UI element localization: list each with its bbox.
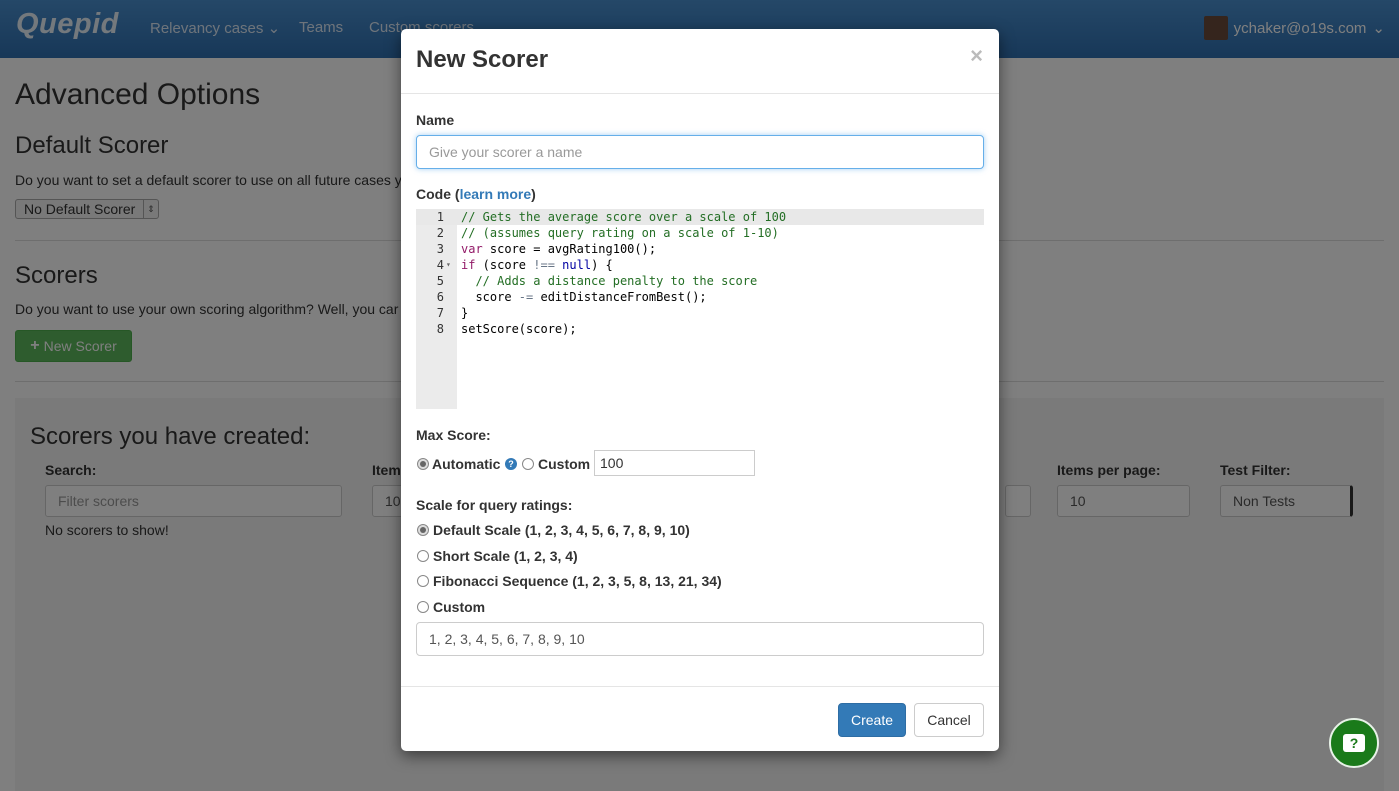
custom-scale-label[interactable]: Custom: [433, 599, 485, 615]
custom-scale-radio[interactable]: [417, 601, 429, 613]
code-text: if (score !== null) {: [461, 257, 613, 273]
code-label: Code (learn more): [416, 186, 536, 202]
max-score-label: Max Score:: [416, 427, 491, 443]
code-operator: !==: [533, 258, 555, 272]
code-text: score -= editDistanceFromBest();: [461, 289, 707, 305]
help-chat-button[interactable]: ?: [1329, 718, 1379, 768]
code-text: // (assumes query rating on a scale of 1…: [461, 226, 779, 240]
custom-max-radio[interactable]: [522, 458, 534, 470]
code-text: var score = avgRating100();: [461, 241, 656, 257]
max-score-input[interactable]: 100: [594, 450, 755, 476]
line-number: 8: [436, 322, 444, 336]
name-label: Name: [416, 112, 455, 128]
code-fragment: score: [461, 290, 519, 304]
scale-label: Scale for query ratings:: [416, 497, 573, 513]
code-text: // Adds a distance penalty to the score: [461, 274, 758, 288]
code-fragment: editDistanceFromBest();: [533, 290, 707, 304]
scorer-name-input[interactable]: [416, 135, 984, 169]
fibonacci-scale-label[interactable]: Fibonacci Sequence (1, 2, 3, 5, 8, 13, 2…: [433, 573, 722, 589]
code-fragment: (score: [475, 258, 534, 272]
short-scale-label[interactable]: Short Scale (1, 2, 3, 4): [433, 548, 578, 564]
automatic-radio[interactable]: [417, 458, 429, 470]
close-icon[interactable]: ×: [970, 43, 983, 69]
default-scale-radio[interactable]: [417, 524, 429, 536]
short-scale-radio[interactable]: [417, 550, 429, 562]
code-fragment: score = avgRating100();: [482, 242, 657, 256]
line-number: 3: [436, 242, 444, 256]
code-text: }: [461, 306, 469, 320]
code-line: 4 ▾ if (score !== null) {: [416, 257, 984, 273]
help-icon[interactable]: ?: [505, 458, 517, 470]
code-line: 7}: [416, 305, 984, 321]
code-label-text: Code (: [416, 186, 460, 202]
code-editor[interactable]: 1 // Gets the average score over a scale …: [416, 209, 984, 409]
fold-arrow-icon[interactable]: ▾: [446, 257, 451, 273]
cancel-button[interactable]: Cancel: [914, 703, 984, 737]
default-scale-label[interactable]: Default Scale (1, 2, 3, 4, 5, 6, 7, 8, 9…: [433, 522, 690, 538]
code-line: 5 // Adds a distance penalty to the scor…: [416, 273, 984, 289]
line-number: 6: [436, 290, 444, 304]
automatic-label[interactable]: Automatic: [432, 456, 500, 472]
custom-max-label[interactable]: Custom: [538, 456, 590, 472]
code-line: 6 score -= editDistanceFromBest();: [416, 289, 984, 305]
chat-bubble-icon: ?: [1343, 734, 1365, 752]
code-line: 8 setScore(score);: [416, 321, 984, 337]
custom-scale-input[interactable]: 1, 2, 3, 4, 5, 6, 7, 8, 9, 10: [416, 622, 984, 656]
fibonacci-scale-radio[interactable]: [417, 575, 429, 587]
code-label-suffix: ): [531, 186, 536, 202]
code-line: 2 // (assumes query rating on a scale of …: [416, 225, 984, 241]
new-scorer-modal: New Scorer × Name Code (learn more) 1 // …: [401, 29, 999, 751]
code-line: 3 var score = avgRating100();: [416, 241, 984, 257]
modal-title: New Scorer: [416, 46, 549, 73]
modal-footer: Create Cancel: [401, 686, 999, 752]
code-fragment: ) {: [591, 258, 613, 272]
code-keyword: var: [461, 242, 483, 256]
code-text: // Gets the average score over a scale o…: [461, 210, 787, 224]
line-number: 5: [436, 274, 444, 288]
learn-more-link[interactable]: learn more: [460, 186, 532, 202]
line-number: 7: [436, 306, 444, 320]
code-operator: -=: [518, 290, 534, 304]
line-number: 2: [436, 226, 444, 240]
code-null: null: [562, 258, 592, 272]
line-number: 1: [436, 210, 444, 224]
line-number: 4: [436, 258, 444, 272]
modal-header: New Scorer ×: [401, 29, 999, 94]
code-text: setScore(score);: [461, 322, 577, 336]
create-button[interactable]: Create: [838, 703, 906, 737]
code-line: 1 // Gets the average score over a scale …: [416, 209, 984, 225]
code-keyword: if: [461, 258, 476, 272]
